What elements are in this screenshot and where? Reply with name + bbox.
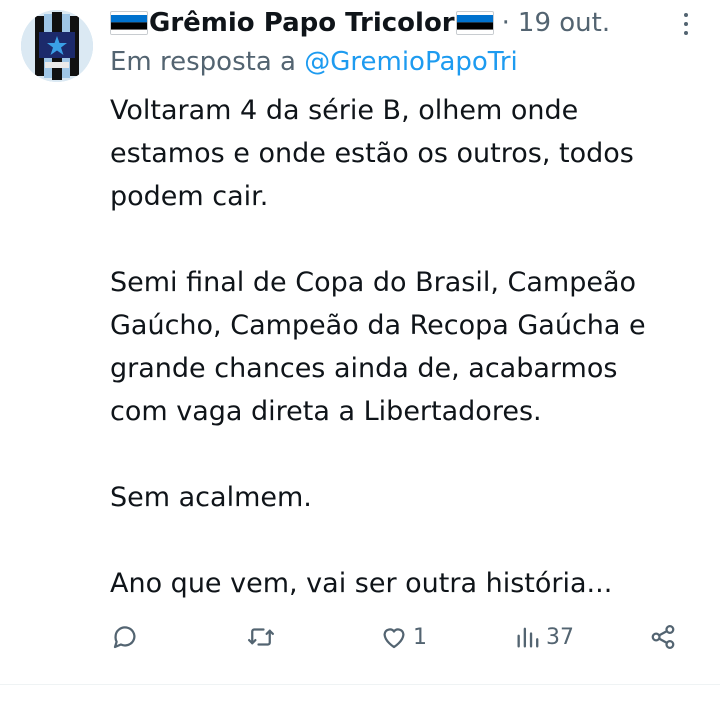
separator-dot: ·: [501, 8, 510, 38]
share-button[interactable]: [648, 620, 678, 654]
retweet-icon: [248, 628, 274, 646]
views-icon: [517, 627, 539, 648]
more-options-icon[interactable]: [677, 13, 695, 35]
share-icon: [651, 624, 675, 650]
views-count: 37: [546, 624, 574, 650]
like-count: 1: [413, 624, 427, 650]
avatar[interactable]: [21, 10, 93, 82]
views-button[interactable]: 37: [514, 620, 574, 654]
like-button[interactable]: 1: [379, 620, 427, 654]
reply-button[interactable]: [110, 620, 140, 654]
flag-estonia-icon: [110, 11, 148, 35]
tweet-line: Sem acalmem.: [110, 482, 312, 513]
tweet-line: Voltaram 4 da série B, olhem onde: [110, 95, 579, 126]
tweet-line: com vaga direta a Libertadores.: [110, 396, 542, 427]
reply-icon: [113, 626, 136, 649]
flag-estonia-icon: [455, 11, 494, 35]
tweet-line: grande chances ainda de, acabarmos: [110, 353, 618, 384]
tweet-line: estamos e onde estão os outros, todos: [110, 138, 634, 169]
tweet-line: Gaúcho, Campeão da Recopa Gaúcha e: [110, 310, 646, 341]
tweet-date[interactable]: 19 out.: [518, 6, 610, 40]
divider: [0, 684, 720, 685]
tweet-line: podem cair.: [110, 181, 269, 212]
heart-icon: [383, 628, 405, 649]
tweet-text: Voltaram 4 da série B, olhem onde estamo…: [110, 89, 710, 605]
gremio-logo-avatar-image: [21, 10, 93, 82]
tweet-line: Semi final de Copa do Brasil, Campeão: [110, 267, 637, 298]
reply-context: Em resposta a @GremioPapoTri: [110, 44, 518, 80]
tweet-header: Grêmio Papo Tricolor · 19 out.: [110, 6, 680, 40]
reply-handle-link[interactable]: @GremioPapoTri: [304, 47, 518, 77]
retweet-button[interactable]: [245, 620, 277, 654]
display-name[interactable]: Grêmio Papo Tricolor: [149, 6, 455, 40]
tweet-line: Ano que vem, vai ser outra história...: [110, 568, 613, 599]
reply-prefix: Em resposta a: [110, 47, 296, 77]
